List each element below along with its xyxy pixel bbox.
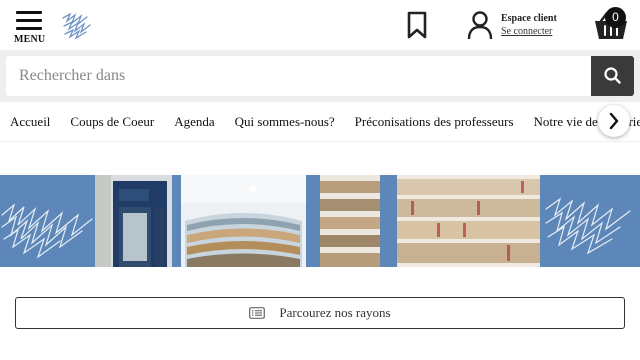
- bookstore-photo-entrance: [95, 175, 172, 267]
- cart-count-badge: 0: [605, 7, 626, 28]
- banner-pattern-right: [545, 197, 631, 255]
- nav-item-coups-de-coeur[interactable]: Coups de Coeur: [70, 102, 154, 141]
- main-nav: Accueil Coups de Coeur Agenda Qui sommes…: [0, 102, 640, 142]
- search-bar: [0, 50, 640, 102]
- menu-icon: [16, 11, 42, 14]
- banner-pattern-left: [1, 203, 93, 259]
- nav-item-qui-sommes-nous[interactable]: Qui sommes-nous?: [235, 102, 335, 141]
- account-title: Espace client: [501, 13, 557, 24]
- menu-label: MENU: [14, 34, 46, 45]
- browse-sections-button[interactable]: Parcourez nos rayons: [15, 297, 625, 329]
- store-banner: [0, 175, 640, 267]
- bookstore-photo-aisle: [320, 175, 380, 267]
- search-button[interactable]: [591, 56, 634, 96]
- search-input[interactable]: [6, 56, 592, 96]
- nav-item-preconisations[interactable]: Préconisations des professeurs: [355, 102, 514, 141]
- user-icon: [467, 11, 493, 40]
- menu-button[interactable]: MENU: [14, 8, 48, 46]
- site-header: MENU Espace client Se connecter 0: [0, 0, 640, 50]
- logo-icon[interactable]: [60, 10, 94, 40]
- menu-icon-bar: [16, 19, 42, 22]
- menu-icon-bar: [16, 27, 42, 30]
- chevron-right-icon: [609, 112, 619, 130]
- list-icon: [249, 307, 266, 319]
- search-icon: [604, 67, 621, 84]
- bookstore-photo-books: [397, 175, 540, 267]
- login-link[interactable]: Se connecter: [501, 26, 552, 37]
- browse-sections-label: Parcourez nos rayons: [279, 305, 391, 320]
- bookmark-icon[interactable]: [405, 11, 429, 39]
- nav-next-button[interactable]: [598, 105, 630, 137]
- nav-list: Accueil Coups de Coeur Agenda Qui sommes…: [10, 102, 640, 141]
- nav-item-agenda[interactable]: Agenda: [174, 102, 214, 141]
- bookstore-photo-shelves-curved: [181, 175, 306, 267]
- nav-item-accueil[interactable]: Accueil: [10, 102, 50, 141]
